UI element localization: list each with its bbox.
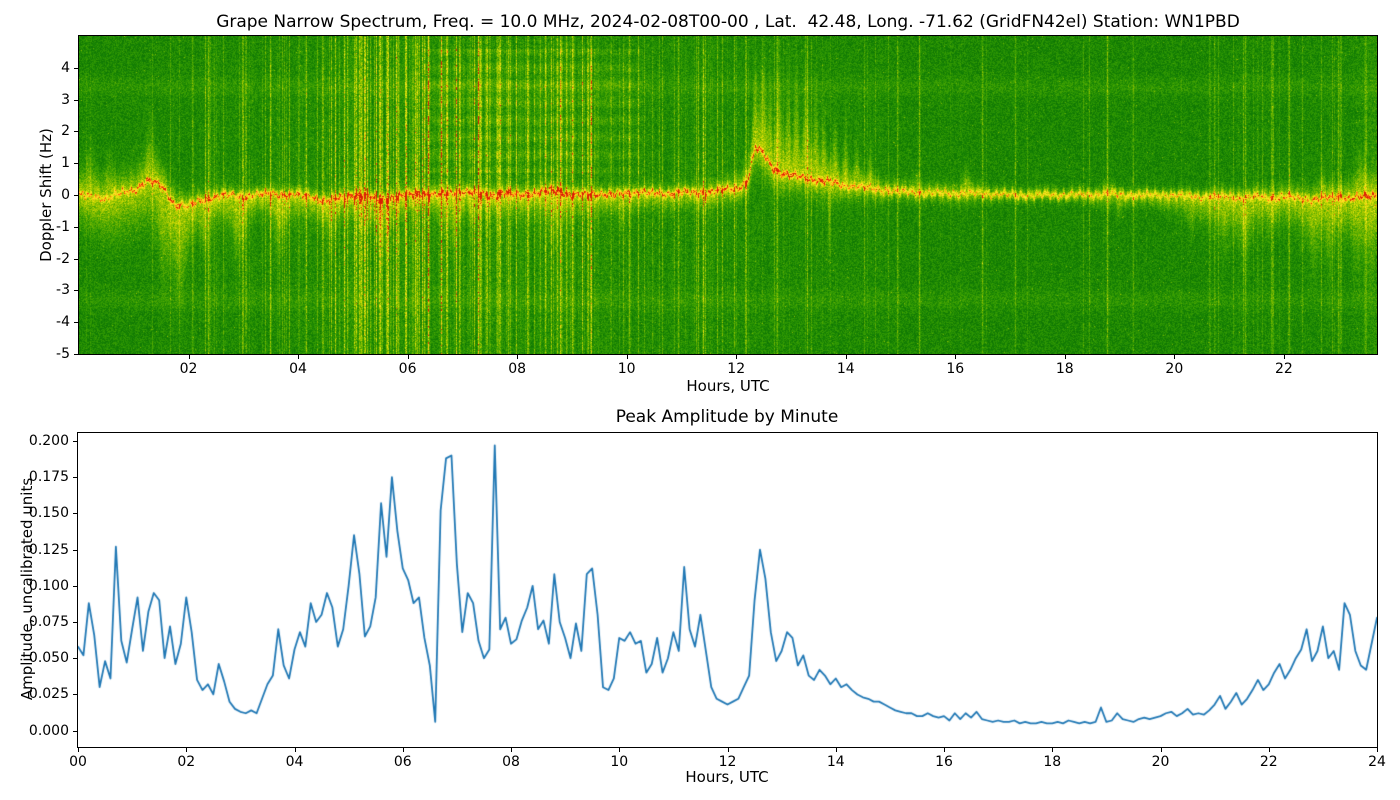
amplitude-y-tick-mark	[73, 730, 77, 732]
amplitude-y-tick-label: 0.000	[28, 722, 69, 739]
spectrogram-plot-area	[78, 35, 1378, 355]
spectrogram-x-tick-label: 04	[289, 361, 307, 377]
spectrogram-x-tick-mark	[955, 355, 957, 359]
spectrogram-x-tick-mark	[845, 355, 847, 359]
amplitude-y-tick-mark	[73, 440, 77, 442]
spectrogram-x-tick-label: 12	[727, 361, 746, 377]
amplitude-x-tick-mark	[1052, 748, 1054, 752]
amplitude-x-tick-label: 02	[177, 754, 196, 770]
amplitude-x-tick-label: 16	[935, 754, 953, 770]
amplitude-y-tick-label: 0.200	[28, 432, 69, 449]
spectrogram-y-tick-mark	[74, 290, 78, 292]
spectrogram-x-tick-label: 02	[179, 361, 198, 377]
amplitude-y-tick-mark	[73, 585, 77, 587]
amplitude-x-tick-label: 24	[1368, 754, 1386, 770]
spectrogram-y-tick-label: -1	[56, 218, 70, 235]
amplitude-line-canvas	[78, 433, 1377, 747]
spectrogram-x-tick-mark	[736, 355, 738, 359]
spectrogram-x-tick-mark	[298, 355, 300, 359]
spectrogram-canvas	[79, 36, 1377, 354]
spectrogram-y-tick-mark	[74, 258, 78, 260]
amplitude-x-tick-label: 06	[393, 754, 412, 770]
figure: Grape Narrow Spectrum, Freq. = 10.0 MHz,…	[0, 0, 1400, 800]
spectrogram-y-tick-label: 4	[61, 59, 70, 76]
spectrogram-x-axis-label: Hours, UTC	[686, 377, 770, 395]
amplitude-x-tick-label: 14	[826, 754, 845, 770]
amplitude-x-tick-mark	[1268, 748, 1270, 752]
amplitude-x-tick-mark	[944, 748, 945, 752]
amplitude-x-tick-label: 18	[1043, 754, 1062, 770]
spectrogram-title: Grape Narrow Spectrum, Freq. = 10.0 MHz,…	[216, 12, 1240, 32]
spectrogram-x-tick-label: 20	[1165, 361, 1184, 377]
spectrogram-x-tick-mark	[517, 355, 519, 359]
spectrogram-y-tick-label: 3	[61, 91, 70, 108]
spectrogram-x-tick-label: 22	[1274, 361, 1293, 377]
spectrogram-y-tick-mark	[74, 226, 78, 228]
amplitude-x-tick-label: 22	[1259, 754, 1278, 770]
spectrogram-x-tick-label: 10	[617, 361, 636, 377]
spectrogram-y-tick-label: -4	[56, 314, 70, 331]
spectrogram-x-tick-label: 08	[508, 361, 527, 377]
spectrogram-x-tick-label: 16	[946, 361, 965, 377]
amplitude-x-tick-mark	[727, 748, 729, 752]
amplitude-chart-title: Peak Amplitude by Minute	[615, 407, 839, 427]
spectrogram-y-tick-mark	[74, 163, 78, 165]
spectrogram-y-tick-mark	[74, 322, 78, 324]
amplitude-x-tick-label: 00	[69, 754, 87, 770]
amplitude-x-tick-mark	[402, 748, 404, 752]
amplitude-y-tick-mark	[73, 658, 77, 660]
amplitude-x-tick-mark	[619, 748, 621, 752]
spectrogram-y-tick-label: 1	[61, 155, 70, 172]
amplitude-x-tick-label: 12	[718, 754, 737, 770]
spectrogram-y-axis-label: Doppler Shift (Hz)	[37, 128, 55, 262]
amplitude-x-tick-mark	[294, 748, 296, 752]
spectrogram-y-tick-label: 0	[61, 187, 70, 203]
spectrogram-x-tick-mark	[407, 355, 409, 359]
spectrogram-x-tick-label: 18	[1055, 361, 1074, 377]
amplitude-y-tick-mark	[73, 622, 77, 623]
spectrogram-x-tick-label: 06	[398, 361, 417, 377]
amplitude-y-tick-mark	[73, 549, 77, 551]
spectrogram-x-tick-mark	[626, 355, 628, 359]
amplitude-x-tick-label: 04	[285, 754, 304, 770]
spectrogram-x-tick-mark	[1283, 355, 1285, 359]
spectrogram-y-tick-label: -3	[56, 282, 70, 299]
amplitude-y-tick-mark	[73, 477, 77, 479]
spectrogram-x-tick-mark	[1064, 355, 1066, 359]
amplitude-x-tick-mark	[511, 748, 512, 752]
amplitude-y-tick-label: 0.075	[28, 614, 69, 630]
spectrogram-y-tick-mark	[74, 131, 78, 133]
amplitude-x-tick-mark	[186, 748, 188, 752]
spectrogram-y-tick-mark	[74, 354, 78, 355]
spectrogram-y-tick-mark	[74, 99, 78, 101]
spectrogram-y-tick-label: -2	[56, 250, 70, 267]
amplitude-y-tick-label: 0.150	[28, 505, 69, 522]
amplitude-x-tick-mark	[78, 748, 79, 752]
spectrogram-x-tick-mark	[1174, 355, 1176, 359]
amplitude-x-tick-label: 08	[502, 754, 520, 770]
spectrogram-y-tick-mark	[74, 195, 78, 196]
amplitude-y-tick-label: 0.050	[28, 650, 69, 667]
spectrogram-x-tick-mark	[188, 355, 190, 359]
amplitude-x-tick-label: 10	[610, 754, 629, 770]
amplitude-plot-area	[77, 432, 1378, 748]
amplitude-y-tick-label: 0.100	[28, 577, 69, 594]
amplitude-x-tick-mark	[1377, 748, 1378, 752]
amplitude-x-tick-mark	[835, 748, 837, 752]
spectrogram-x-tick-label: 14	[836, 361, 855, 377]
amplitude-y-tick-label: 0.175	[28, 469, 69, 486]
amplitude-y-tick-label: 0.025	[28, 686, 69, 703]
amplitude-y-tick-mark	[73, 694, 77, 696]
spectrogram-y-tick-label: 2	[61, 123, 70, 140]
amplitude-x-tick-label: 20	[1151, 754, 1170, 770]
amplitude-y-tick-mark	[73, 513, 77, 515]
amplitude-x-axis-label: Hours, UTC	[685, 768, 769, 786]
amplitude-x-tick-mark	[1160, 748, 1162, 752]
amplitude-y-tick-label: 0.125	[28, 541, 69, 558]
spectrogram-y-tick-label: -5	[56, 346, 70, 362]
spectrogram-y-tick-mark	[74, 67, 78, 69]
